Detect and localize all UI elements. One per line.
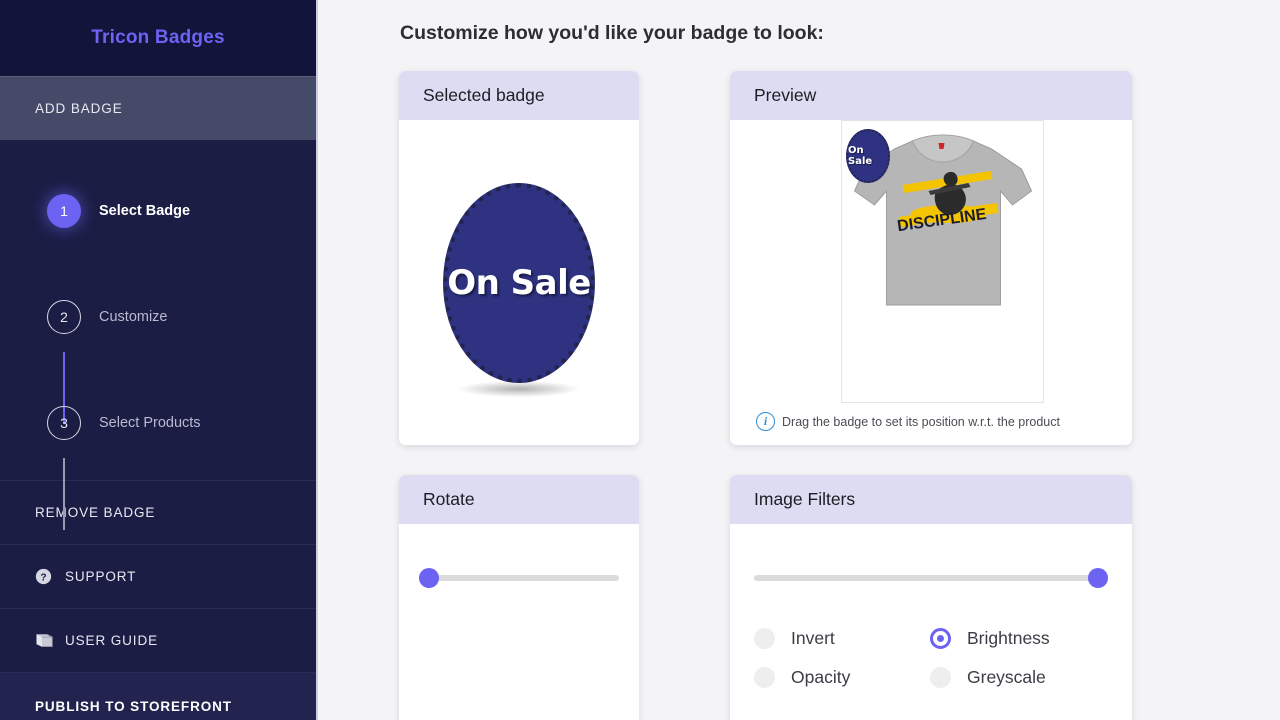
book-icon (35, 632, 55, 649)
sidebar-item-remove-badge[interactable]: REMOVE BADGE (0, 480, 316, 544)
preview-overlay-badge-text: On Sale (848, 145, 873, 167)
info-icon: i (756, 412, 775, 431)
brand-title: Tricon Badges (91, 27, 225, 48)
step-customize[interactable]: 2 Customize (0, 282, 316, 352)
rotate-card: Rotate (399, 475, 639, 720)
rotate-slider[interactable] (419, 568, 619, 588)
rotate-body (399, 524, 639, 651)
rotate-slider-track[interactable] (419, 575, 619, 581)
step-select-products[interactable]: 3 Select Products (0, 388, 316, 458)
filter-option-greyscale[interactable]: Greyscale (930, 667, 1108, 688)
image-filters-body: Invert Brightness Opacity Greyscale (730, 524, 1132, 720)
sidebar: Tricon Badges ADD BADGE 1 Select Badge 2… (0, 0, 318, 720)
selected-badge-card: Selected badge On Sale (399, 71, 639, 445)
preview-card: Preview DISCIPLINE On Sale i Drag the ba… (730, 71, 1132, 445)
preview-overlay-badge[interactable]: On Sale (846, 129, 890, 183)
preview-title: Preview (730, 71, 1132, 120)
support-label: SUPPORT (65, 569, 137, 584)
add-badge-label: ADD BADGE (35, 101, 123, 116)
filter-label-invert: Invert (791, 628, 835, 648)
radio-invert[interactable] (754, 628, 775, 649)
rotate-slider-thumb[interactable] (419, 568, 439, 588)
image-filters-card: Image Filters Invert Brightness Opacity … (730, 475, 1132, 720)
step-number-3: 3 (47, 406, 81, 440)
step-label-select-badge: Select Badge (99, 203, 191, 219)
sidebar-item-user-guide[interactable]: USER GUIDE (0, 608, 316, 672)
filter-option-brightness[interactable]: Brightness (930, 628, 1108, 649)
sidebar-item-add-badge[interactable]: ADD BADGE (0, 76, 316, 140)
user-guide-label: USER GUIDE (65, 633, 159, 648)
selected-badge-title: Selected badge (399, 71, 639, 120)
publish-to-storefront-section: PUBLISH TO STOREFRONT (0, 672, 316, 720)
svg-text:?: ? (40, 572, 46, 583)
question-circle-icon: ? (35, 568, 55, 585)
preview-hint-text: Drag the badge to set its position w.r.t… (782, 414, 1060, 429)
preview-body: DISCIPLINE On Sale i Drag the badge to s… (730, 120, 1132, 445)
brand-header: Tricon Badges (0, 0, 316, 76)
filter-option-opacity[interactable]: Opacity (754, 667, 930, 688)
image-filters-slider-thumb[interactable] (1088, 568, 1108, 588)
step-select-badge[interactable]: 1 Select Badge (0, 176, 316, 246)
filter-label-brightness: Brightness (967, 628, 1050, 648)
selected-badge-body: On Sale (399, 120, 639, 445)
image-filters-title: Image Filters (730, 475, 1132, 524)
stepper: 1 Select Badge 2 Customize 3 Select Prod… (0, 140, 316, 530)
radio-brightness[interactable] (930, 628, 951, 649)
main-content: Customize how you'd like your badge to l… (318, 0, 1280, 720)
preview-frame[interactable]: DISCIPLINE On Sale (841, 120, 1044, 403)
preview-hint: i Drag the badge to set its position w.r… (756, 412, 1060, 431)
sidebar-item-support[interactable]: ? SUPPORT (0, 544, 316, 608)
image-filters-options: Invert Brightness Opacity Greyscale (754, 628, 1108, 688)
filter-label-greyscale: Greyscale (967, 667, 1046, 687)
step-label-customize: Customize (99, 309, 168, 325)
step-label-select-products: Select Products (99, 415, 201, 431)
badge-text: On Sale (447, 262, 591, 303)
filter-label-opacity: Opacity (791, 667, 851, 687)
app-root: Tricon Badges ADD BADGE 1 Select Badge 2… (0, 0, 1280, 720)
cards-grid: Selected badge On Sale Preview DISCIPLIN… (399, 71, 1280, 720)
radio-greyscale[interactable] (930, 667, 951, 688)
filter-option-invert[interactable]: Invert (754, 628, 930, 649)
badge-preview: On Sale (443, 182, 595, 397)
rotate-title: Rotate (399, 475, 639, 524)
publish-label: PUBLISH TO STOREFRONT (35, 699, 232, 714)
badge-drop-shadow (459, 380, 579, 397)
remove-badge-label: REMOVE BADGE (35, 505, 156, 520)
step-number-2: 2 (47, 300, 81, 334)
radio-opacity[interactable] (754, 667, 775, 688)
image-filters-slider[interactable] (754, 568, 1108, 588)
image-filters-slider-track[interactable] (754, 575, 1108, 581)
step-number-1: 1 (47, 194, 81, 228)
page-title: Customize how you'd like your badge to l… (400, 22, 824, 44)
stepper-connector-2 (63, 458, 65, 530)
